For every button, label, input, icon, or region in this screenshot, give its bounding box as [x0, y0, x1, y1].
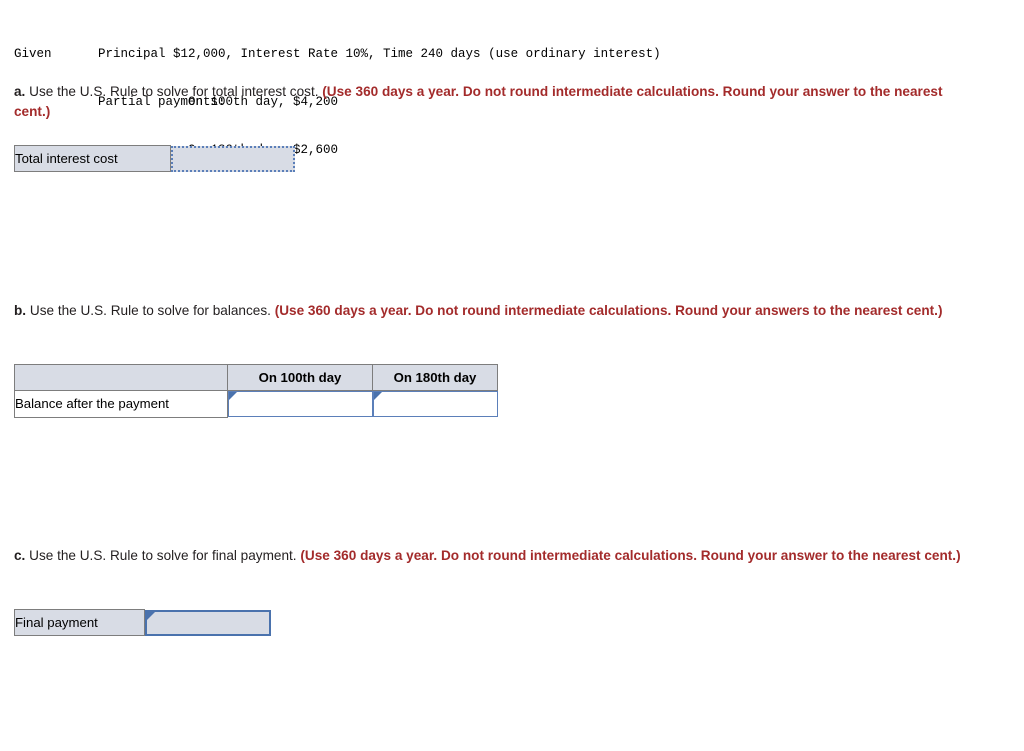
final-payment-label: Final payment: [14, 609, 145, 636]
question-b-letter: b.: [14, 303, 27, 318]
question-b-text: Use the U.S. Rule to solve for balances.: [26, 303, 275, 318]
balances-corner-header: [14, 364, 228, 391]
cell-flag-icon: [147, 611, 155, 622]
question-c-letter: c.: [14, 548, 26, 563]
total-interest-cost-table: Total interest cost: [14, 145, 295, 172]
balance-after-payment-label: Balance after the payment: [14, 390, 228, 418]
table-row: Balance after the payment: [14, 390, 498, 418]
balance-day-100-input[interactable]: [228, 391, 373, 417]
cell-flag-icon: [373, 392, 382, 402]
balances-header-day-100: On 100th day: [227, 364, 373, 391]
final-payment-input-cell[interactable]: [145, 609, 271, 636]
table-row: Total interest cost: [14, 145, 295, 172]
question-a-letter: a.: [14, 84, 26, 99]
total-interest-cost-input-cell[interactable]: [171, 145, 295, 172]
balances-table: On 100th day On 180th day Balance after …: [14, 364, 498, 418]
question-b-prompt: b. Use the U.S. Rule to solve for balanc…: [14, 301, 1014, 321]
cell-flag-icon: [229, 392, 237, 402]
question-c-note: (Use 360 days a year. Do not round inter…: [300, 548, 961, 563]
given-label: Given: [14, 47, 52, 61]
total-interest-cost-label: Total interest cost: [14, 145, 171, 172]
final-payment-table: Final payment: [14, 609, 271, 636]
question-a-text: Use the U.S. Rule to solve for total int…: [25, 84, 323, 99]
balance-day-100-input-cell[interactable]: [228, 391, 373, 417]
table-header-row: On 100th day On 180th day: [14, 364, 498, 391]
question-b-note: (Use 360 days a year. Do not round inter…: [274, 303, 943, 318]
question-c-text: Use the U.S. Rule to solve for final pay…: [25, 548, 301, 563]
question-a-prompt: a. Use the U.S. Rule to solve for total …: [14, 82, 974, 122]
given-line-1: Given Principal $12,000, Interest Rate 10…: [14, 46, 661, 62]
question-c-prompt: c. Use the U.S. Rule to solve for final …: [14, 546, 1009, 566]
given-principal-line: Principal $12,000, Interest Rate 10%, Ti…: [98, 47, 661, 61]
table-row: Final payment: [14, 609, 271, 636]
total-interest-cost-input[interactable]: [171, 145, 295, 172]
balances-header-day-180: On 180th day: [372, 364, 498, 391]
balance-day-180-input-cell[interactable]: [372, 391, 498, 417]
final-payment-input[interactable]: [145, 609, 271, 636]
balance-day-180-input[interactable]: [372, 391, 498, 417]
